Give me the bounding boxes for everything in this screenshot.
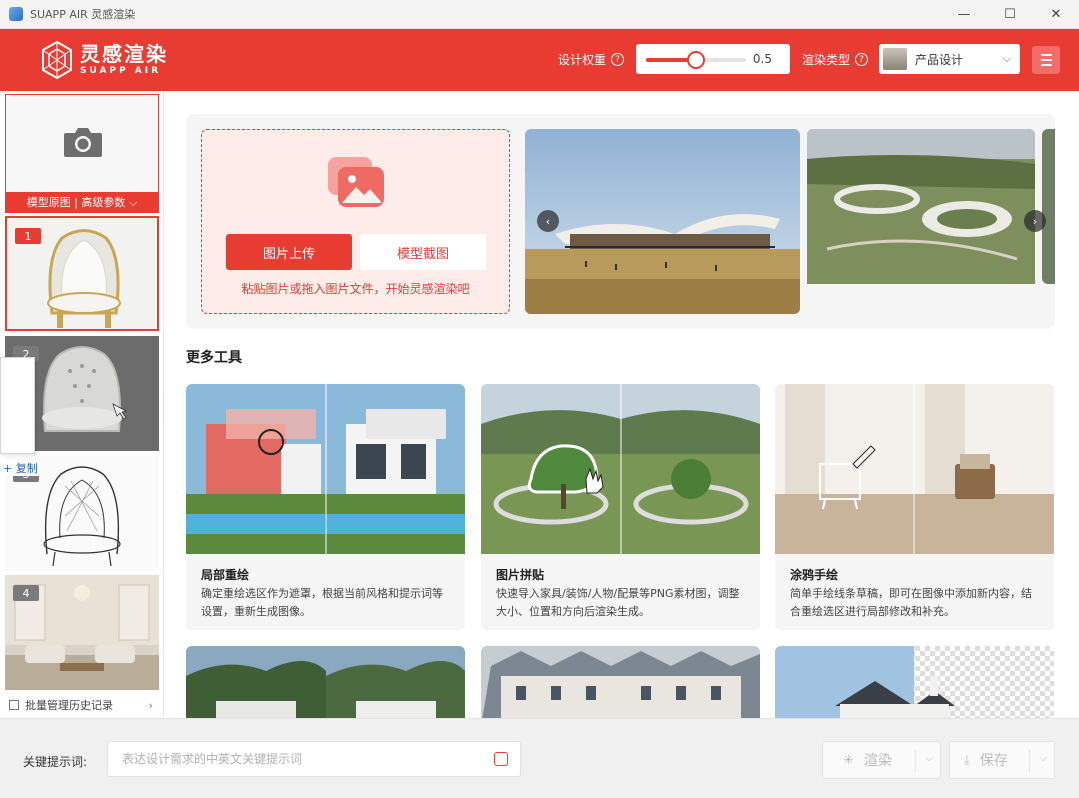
render-type-select[interactable]: 产品设计 ⌵ [879, 44, 1020, 74]
image-drop-zone[interactable]: 图片上传 模型截图 粘贴图片或拖入图片文件，开始灵感渲染吧 [201, 129, 510, 314]
logo-subtitle: SUAPP AIR [80, 66, 162, 76]
architecture-image [525, 129, 800, 314]
carousel-image[interactable] [525, 129, 800, 314]
weight-label: 设计权重 ? [558, 51, 625, 68]
help-icon[interactable]: ? [611, 53, 625, 66]
render-type-label-text: 渲染类型 [802, 53, 851, 67]
context-popup [0, 357, 35, 454]
slider-thumb[interactable] [687, 51, 705, 69]
tool-preview-image [775, 646, 1054, 718]
slider-track[interactable] [646, 51, 746, 69]
history-thumbnail[interactable]: 4 [5, 575, 159, 690]
tool-preview-image [481, 646, 760, 718]
sparkle-icon: ✳ [843, 752, 854, 768]
render-button-label: 渲染 [863, 753, 892, 769]
copy-button[interactable]: + 复制 [1, 460, 40, 476]
chevron-down-icon[interactable]: ⌵ [1039, 753, 1047, 764]
card-description: 确定重绘选区作为遮罩，根据当前风格和提示词等设置，重新生成图像。 [201, 587, 443, 618]
logo-title: 灵感渲染 [80, 42, 168, 66]
carousel-prev-button[interactable]: ‹ [537, 210, 559, 232]
carousel-image[interactable] [807, 129, 1035, 314]
tool-card-collage[interactable]: 图片拼贴 快速导入家具/装饰/人物/配景等PNG素材图，调整大小、位置和方向后渲… [481, 384, 760, 630]
doodle-preview-image [775, 384, 1054, 554]
card-title: 涂鸦手绘 [790, 568, 839, 582]
logo: 灵感渲染 SUAPP AIR [40, 40, 168, 80]
render-type-label: 渲染类型 ? [802, 51, 869, 68]
tool-card[interactable] [775, 646, 1054, 718]
app-header: 灵感渲染 SUAPP AIR 设计权重 ? 0.5 渲染类型 ? 产品设计 ⌵ [0, 29, 1079, 91]
main-content: 图片上传 模型截图 粘贴图片或拖入图片文件，开始灵感渲染吧 ‹ › 更多工具 局… [164, 91, 1079, 718]
tool-card-doodle[interactable]: 涂鸦手绘 简单手绘线条草稿，即可在图像中添加新内容，结合重绘选区进行局部修改和补… [775, 384, 1054, 630]
architecture-image [807, 129, 1035, 284]
save-button[interactable]: ⤓ 保存 ⌵ [949, 741, 1055, 779]
batch-history-label: 批量管理历史记录 [25, 699, 113, 712]
weight-label-text: 设计权重 [558, 53, 607, 67]
card-title: 局部重绘 [201, 568, 250, 582]
chevron-down-icon[interactable]: ⌵ [925, 753, 933, 764]
keyword-label: 关键提示词: [23, 755, 88, 769]
tool-card-inpaint[interactable]: 局部重绘 确定重绘选区作为遮罩，根据当前风格和提示词等设置，重新生成图像。 [186, 384, 465, 630]
close-button[interactable]: ✕ [1033, 0, 1079, 29]
thumbnail-number: 4 [13, 585, 39, 601]
render-type-thumbnail [883, 48, 907, 70]
render-type-value: 产品设计 [915, 52, 964, 67]
minimize-button[interactable]: — [941, 0, 987, 29]
render-button[interactable]: ✳ 渲染 ⌵ [822, 741, 941, 779]
image-upload-button[interactable]: 图片上传 [226, 234, 352, 270]
keyword-input[interactable] [107, 741, 521, 777]
tools-section-title: 更多工具 [186, 350, 242, 366]
tool-card[interactable] [186, 646, 465, 718]
save-button-label: 保存 [979, 753, 1008, 769]
collage-preview-image [481, 384, 760, 554]
download-icon: ⤓ [964, 752, 970, 768]
tool-preview-image [186, 646, 465, 718]
weight-slider[interactable]: 0.5 [636, 44, 790, 74]
prompt-bar: 关键提示词: ✳ 渲染 ⌵ ⤓ 保存 ⌵ [0, 718, 1079, 798]
drop-hint: 粘贴图片或拖入图片文件，开始灵感渲染吧 [241, 282, 470, 296]
model-upload-box[interactable]: 模型原图 | 高级参数 ⌵ [5, 94, 159, 213]
window-title: SUAPP AIR 灵感渲染 [30, 8, 136, 21]
model-screenshot-button[interactable]: 模型截图 [360, 234, 486, 270]
batch-history-link[interactable]: 批量管理历史记录 › [5, 695, 159, 715]
card-description: 简单手绘线条草稿，即可在图像中添加新内容，结合重绘选区进行局部修改和补充。 [790, 587, 1032, 618]
logo-icon [42, 40, 72, 80]
menu-button[interactable] [1032, 46, 1060, 74]
upload-hero: 图片上传 模型截图 粘贴图片或拖入图片文件，开始灵感渲染吧 ‹ › [186, 114, 1055, 329]
camera-icon [64, 128, 102, 157]
card-title: 图片拼贴 [496, 568, 545, 582]
tool-card[interactable] [481, 646, 760, 718]
card-description: 快速导入家具/装饰/人物/配景等PNG素材图，调整大小、位置和方向后渲染生成。 [496, 587, 740, 618]
title-bar: SUAPP AIR 灵感渲染 — ☐ ✕ [0, 0, 1079, 29]
image-upload-icon [328, 157, 384, 207]
hamburger-icon [1040, 54, 1052, 56]
history-thumbnail[interactable]: 1 [5, 216, 159, 331]
grid-icon [9, 700, 19, 710]
translate-icon[interactable] [494, 752, 508, 766]
window-controls: — ☐ ✕ [941, 0, 1079, 29]
advanced-params-toggle[interactable]: 模型原图 | 高级参数 ⌵ [6, 192, 158, 212]
weight-value: 0.5 [752, 52, 772, 66]
chevron-right-icon: › [148, 698, 153, 712]
help-icon[interactable]: ? [855, 53, 869, 66]
carousel-next-button[interactable]: › [1024, 210, 1046, 232]
carousel-image[interactable] [1042, 129, 1055, 284]
maximize-button[interactable]: ☐ [987, 0, 1033, 29]
app-icon [9, 7, 23, 21]
chevron-down-icon: ⌵ [1002, 52, 1011, 65]
inpaint-preview-image [186, 384, 465, 554]
thumbnail-number: 1 [15, 228, 41, 244]
